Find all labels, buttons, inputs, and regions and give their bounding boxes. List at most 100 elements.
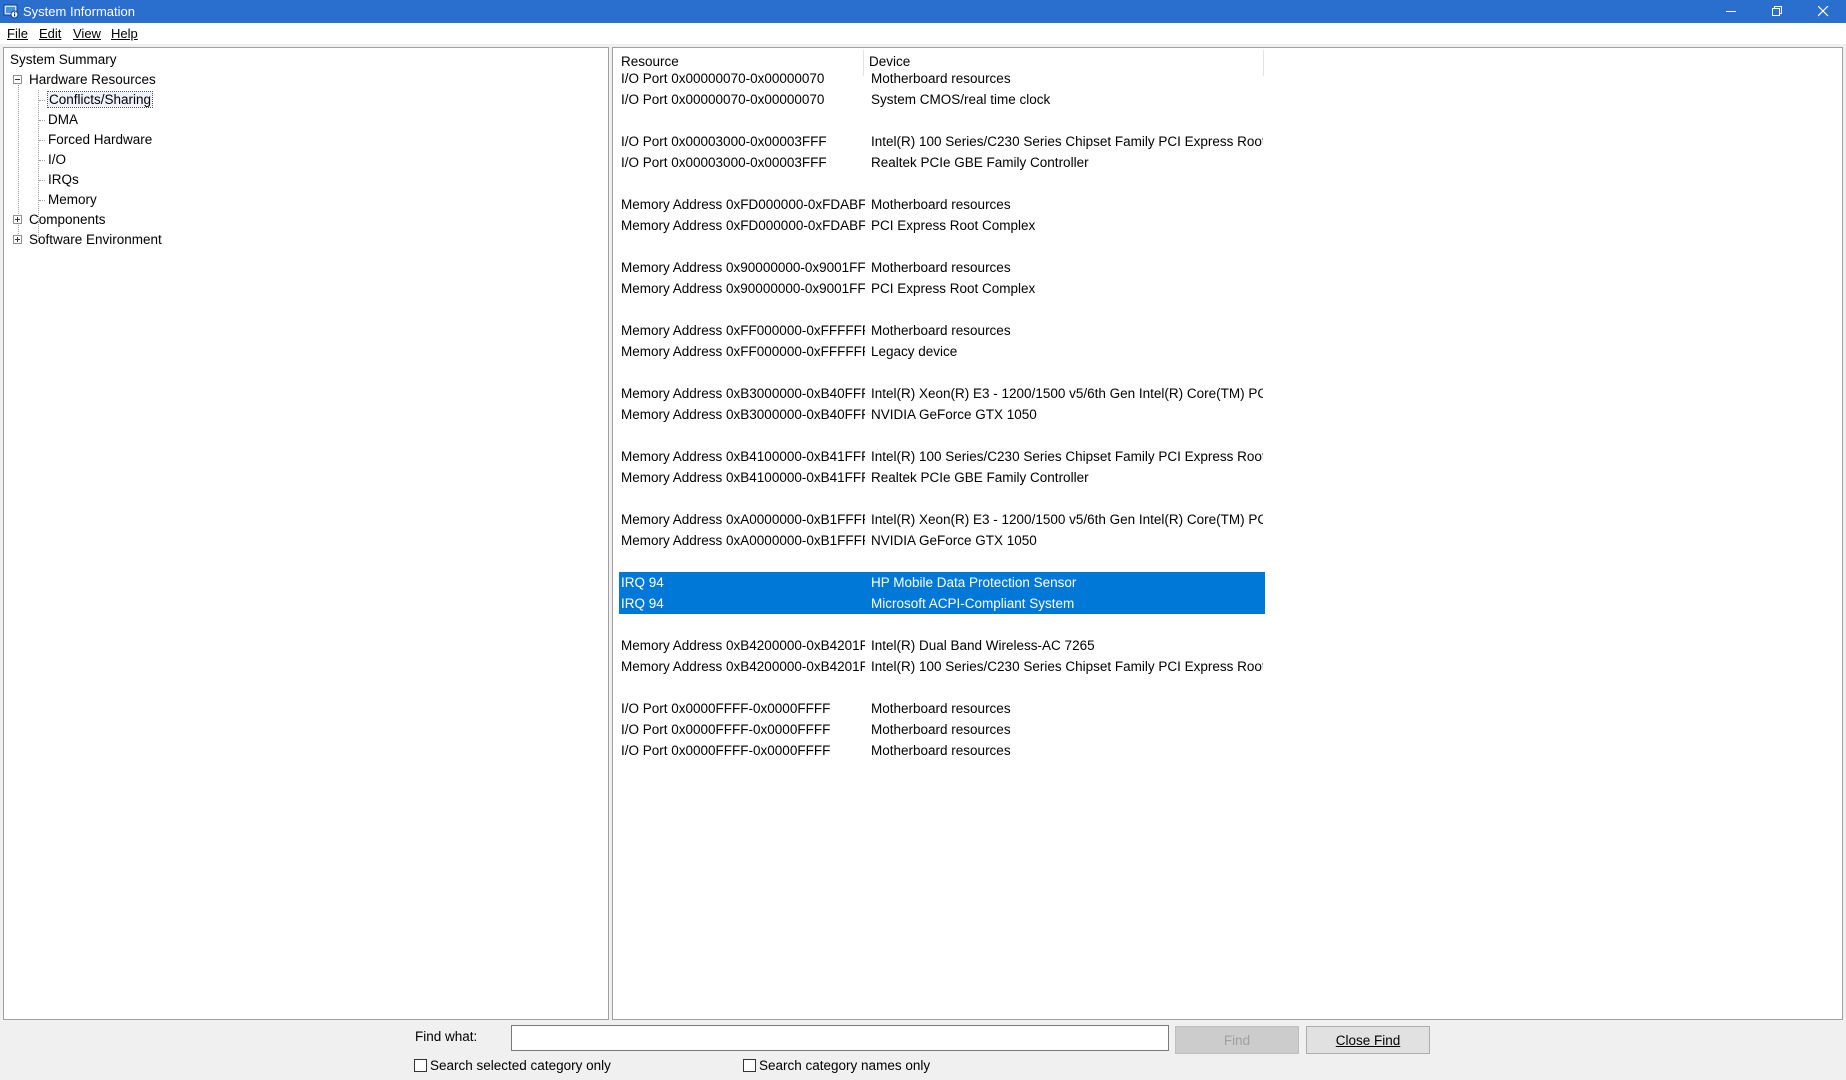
checkbox-box[interactable] — [743, 1059, 756, 1072]
category-tree[interactable]: System Summary Hardware Resources Confli… — [3, 47, 609, 1020]
cell-device: Intel(R) Xeon(R) E3 - 1200/1500 v5/6th G… — [871, 386, 1263, 401]
table-row[interactable]: Memory Address 0xA0000000-0xB1FFFF... NVI… — [619, 530, 1265, 551]
cell-device: Intel(R) Dual Band Wireless-AC 7265 — [871, 638, 1095, 653]
cell-device: PCI Express Root Complex — [871, 218, 1036, 233]
menu-file[interactable]: File — [7, 26, 28, 41]
cell-resource: Memory Address 0xA0000000-0xB1FFFF... — [621, 512, 865, 527]
table-row-spacer — [619, 173, 1265, 194]
table-row[interactable]: Memory Address 0xFF000000-0xFFFFFFFF Lega… — [619, 341, 1265, 362]
cell-resource: I/O Port 0x00000070-0x00000070 — [621, 71, 825, 86]
cell-device: PCI Express Root Complex — [871, 281, 1036, 296]
cell-resource: IRQ 94 — [621, 575, 664, 590]
tree-item-hardware-resources[interactable]: Hardware Resources — [29, 71, 156, 89]
cell-device: Microsoft ACPI-Compliant System — [871, 596, 1075, 611]
cell-resource: Memory Address 0x90000000-0x9001FF... — [621, 281, 865, 296]
table-row-spacer — [619, 614, 1265, 635]
cell-device: Motherboard resources — [871, 323, 1011, 338]
search-selected-category-checkbox[interactable]: Search selected category only — [414, 1058, 611, 1073]
table-row-spacer — [619, 110, 1265, 131]
table-row[interactable]: Memory Address 0xFD000000-0xFDABF... PCI … — [619, 215, 1265, 236]
cell-device: Intel(R) 100 Series/C230 Series Chipset … — [871, 449, 1263, 464]
cell-device: HP Mobile Data Protection Sensor — [871, 575, 1077, 590]
menu-bar: File Edit View Help — [0, 23, 1846, 44]
table-row[interactable]: IRQ 94 Microsoft ACPI-Compliant System — [619, 593, 1265, 614]
tree-item-conflicts-sharing[interactable]: Conflicts/Sharing — [46, 91, 154, 109]
menu-help[interactable]: Help — [111, 26, 138, 41]
restore-button[interactable] — [1754, 0, 1800, 23]
table-row[interactable]: Memory Address 0xB4100000-0xB41FFF... Int… — [619, 446, 1265, 467]
close-button[interactable] — [1800, 0, 1846, 23]
table-row-spacer — [619, 236, 1265, 257]
tree-item-io[interactable]: I/O — [48, 151, 66, 169]
cell-resource: Memory Address 0xA0000000-0xB1FFFF... — [621, 533, 865, 548]
cell-device: Motherboard resources — [871, 743, 1011, 758]
table-row[interactable]: I/O Port 0x00003000-0x00003FFF Intel(R) 1… — [619, 131, 1265, 152]
tree-line — [39, 200, 45, 201]
cell-device: Intel(R) Xeon(R) E3 - 1200/1500 v5/6th G… — [871, 512, 1263, 527]
cell-resource: I/O Port 0x0000FFFF-0x0000FFFF — [621, 722, 831, 737]
table-row[interactable]: Memory Address 0x90000000-0x9001FF... PCI… — [619, 278, 1265, 299]
cell-resource: IRQ 94 — [621, 596, 664, 611]
table-row[interactable]: I/O Port 0x0000FFFF-0x0000FFFF Motherboar… — [619, 719, 1265, 740]
cell-device: Realtek PCIe GBE Family Controller — [871, 470, 1089, 485]
table-row[interactable]: IRQ 94 HP Mobile Data Protection Sensor — [619, 572, 1265, 593]
tree-line — [39, 160, 45, 161]
menu-view[interactable]: View — [73, 26, 101, 41]
cell-device: Legacy device — [871, 344, 958, 359]
table-row[interactable]: Memory Address 0x90000000-0x9001FF... Mot… — [619, 257, 1265, 278]
cell-device: Motherboard resources — [871, 197, 1011, 212]
table-row[interactable]: I/O Port 0x00003000-0x00003FFF Realtek PC… — [619, 152, 1265, 173]
table-row[interactable]: Memory Address 0xB4200000-0xB4201F... Int… — [619, 656, 1265, 677]
find-what-label: Find what: — [415, 1029, 478, 1044]
cell-device: NVIDIA GeForce GTX 1050 — [871, 533, 1037, 548]
find-input[interactable] — [511, 1025, 1169, 1051]
tree-line — [39, 180, 45, 181]
column-header-resource[interactable]: Resource — [621, 54, 679, 69]
table-row[interactable]: Memory Address 0xB3000000-0xB40FFF... Int… — [619, 383, 1265, 404]
table-row[interactable]: I/O Port 0x0000FFFF-0x0000FFFF Motherboar… — [619, 740, 1265, 761]
tree-item-dma[interactable]: DMA — [48, 111, 78, 129]
collapse-icon[interactable] — [13, 75, 22, 84]
table-row[interactable]: I/O Port 0x00000070-0x00000070 Motherboar… — [619, 68, 1265, 89]
search-category-names-checkbox[interactable]: Search category names only — [743, 1058, 930, 1073]
close-icon — [1817, 6, 1828, 17]
title-bar: System Information — [0, 0, 1846, 23]
table-row[interactable]: Memory Address 0xFD000000-0xFDABF... Moth… — [619, 194, 1265, 215]
cell-device: Motherboard resources — [871, 260, 1011, 275]
tree-item-system-summary[interactable]: System Summary — [10, 51, 117, 69]
menu-edit[interactable]: Edit — [39, 26, 61, 41]
column-header-device[interactable]: Device — [869, 54, 910, 69]
tree-item-components[interactable]: Components — [29, 211, 106, 229]
table-row[interactable]: Memory Address 0xB4100000-0xB41FFF... Rea… — [619, 467, 1265, 488]
close-find-button[interactable]: Close Find — [1306, 1026, 1430, 1054]
tree-item-software-environment[interactable]: Software Environment — [29, 231, 162, 249]
table-row[interactable]: Memory Address 0xA0000000-0xB1FFFF... Int… — [619, 509, 1265, 530]
tree-line — [39, 120, 45, 121]
tree-item-forced-hardware[interactable]: Forced Hardware — [48, 131, 152, 149]
cell-resource: I/O Port 0x00003000-0x00003FFF — [621, 134, 827, 149]
tree-line — [39, 100, 45, 101]
expand-icon[interactable] — [13, 235, 22, 244]
cell-resource: I/O Port 0x0000FFFF-0x0000FFFF — [621, 743, 831, 758]
cell-device: Motherboard resources — [871, 701, 1011, 716]
minimize-button[interactable] — [1708, 0, 1754, 23]
table-row[interactable]: Memory Address 0xB4200000-0xB4201F... Int… — [619, 635, 1265, 656]
find-button[interactable]: Find — [1175, 1026, 1299, 1054]
table-row[interactable]: Memory Address 0xFF000000-0xFFFFFFFF Moth… — [619, 320, 1265, 341]
table-row[interactable]: I/O Port 0x00000070-0x00000070 System CMO… — [619, 89, 1265, 110]
table-row-spacer — [619, 362, 1265, 383]
table-row[interactable]: I/O Port 0x0000FFFF-0x0000FFFF Motherboar… — [619, 698, 1265, 719]
cell-resource: I/O Port 0x00000070-0x00000070 — [621, 92, 825, 107]
table-row[interactable]: Memory Address 0xB3000000-0xB40FFF... NVI… — [619, 404, 1265, 425]
cell-resource: Memory Address 0x90000000-0x9001FF... — [621, 260, 865, 275]
tree-item-irqs[interactable]: IRQs — [48, 171, 79, 189]
tree-item-memory[interactable]: Memory — [48, 191, 97, 209]
details-list[interactable]: Resource Device I/O Port 0x00000070-0x00… — [612, 47, 1843, 1020]
cell-device: System CMOS/real time clock — [871, 92, 1051, 107]
cell-device: Intel(R) 100 Series/C230 Series Chipset … — [871, 134, 1263, 149]
cell-resource: Memory Address 0xB3000000-0xB40FFF... — [621, 407, 865, 422]
expand-icon[interactable] — [13, 215, 22, 224]
checkbox-box[interactable] — [414, 1059, 427, 1072]
minimize-icon — [1725, 11, 1736, 12]
restore-icon — [1771, 6, 1782, 16]
